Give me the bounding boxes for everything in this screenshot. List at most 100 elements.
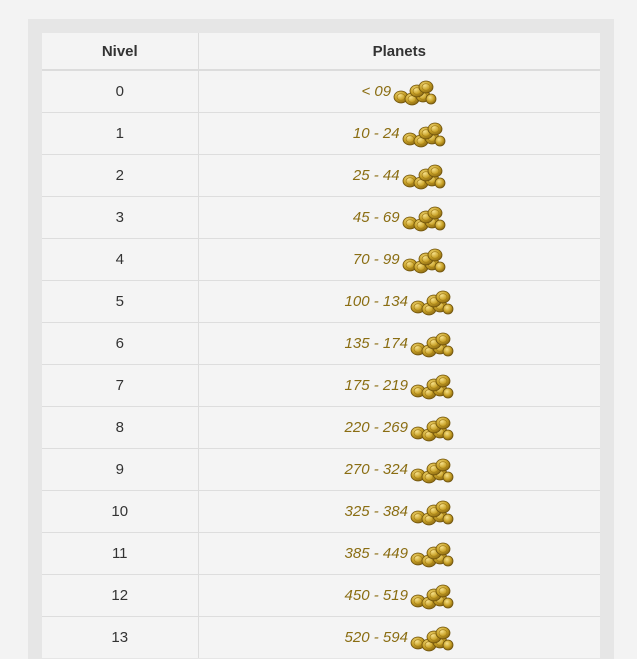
planets-range-group: 270 - 324 [345, 457, 454, 483]
column-header-level[interactable]: Nivel [42, 33, 199, 71]
planets-cell: 10 - 24 [198, 112, 600, 155]
planets-range: 135 - 174 [344, 335, 408, 352]
planets-range-group: 45 - 69 [353, 205, 446, 231]
planets-cell: 45 - 69 [198, 196, 600, 239]
level-value: 6 [115, 335, 124, 352]
table-header-row: Nivel Planets [42, 33, 600, 71]
coins-icon [410, 416, 454, 441]
planets-range-group: < 09 [361, 79, 437, 105]
planets-cell: 135 - 174 [198, 322, 600, 365]
planets-range: 385 - 449 [344, 545, 408, 562]
level-value: 3 [115, 209, 124, 226]
table-row: 9 270 - 324 [42, 448, 600, 491]
coins-icon [402, 248, 445, 273]
column-header-planets[interactable]: Planets [198, 33, 600, 71]
coins-icon [410, 332, 454, 357]
planets-range: 175 - 219 [344, 377, 408, 394]
planets-cell: < 09 [198, 69, 600, 113]
planets-range: 325 - 384 [344, 503, 408, 520]
planets-range-group: 10 - 24 [353, 121, 446, 147]
level-cell: 13 [42, 616, 199, 658]
planets-cell: 25 - 44 [198, 154, 600, 197]
planets-cell: 220 - 269 [198, 406, 600, 449]
planets-range: 220 - 269 [344, 419, 408, 436]
table-row: 7 175 - 219 [42, 364, 600, 407]
planets-cell: 100 - 134 [198, 280, 600, 323]
coins-icon [393, 80, 437, 105]
planets-range-group: 450 - 519 [345, 583, 454, 609]
table-row: 10 325 - 384 [42, 490, 600, 533]
level-value: 0 [115, 83, 124, 100]
table-row: 8 220 - 269 [42, 406, 600, 449]
level-value: 7 [115, 377, 124, 394]
coins-icon [410, 290, 454, 315]
planets-range-group: 220 - 269 [345, 415, 454, 441]
planets-range: 520 - 594 [344, 629, 408, 646]
level-cell: 7 [42, 364, 199, 407]
level-cell: 6 [42, 322, 199, 365]
table-row: 4 70 - 99 [42, 238, 600, 281]
planets-range: 100 - 134 [344, 293, 408, 310]
levels-table: Nivel Planets 0 < 09 1 10 - 24 2 25 - 44… [42, 33, 600, 658]
planets-range-group: 135 - 174 [345, 331, 454, 357]
level-cell: 9 [42, 448, 199, 491]
planets-cell: 175 - 219 [198, 364, 600, 407]
planets-cell: 385 - 449 [198, 532, 600, 575]
level-value: 10 [111, 503, 129, 520]
level-value: 11 [111, 545, 128, 562]
table-row: 2 25 - 44 [42, 154, 600, 197]
table-row: 12 450 - 519 [42, 574, 600, 617]
table-row: 5 100 - 134 [42, 280, 600, 323]
level-cell: 11 [42, 532, 199, 575]
planets-range-group: 385 - 449 [345, 541, 454, 567]
planets-range: 70 - 99 [352, 251, 400, 268]
planets-range: 450 - 519 [344, 587, 408, 604]
level-cell: 5 [42, 280, 199, 323]
level-value: 2 [115, 167, 124, 184]
coins-icon [410, 542, 454, 567]
level-value: 9 [115, 461, 124, 478]
coins-icon [410, 584, 454, 609]
coins-icon [410, 374, 454, 399]
coins-icon [410, 500, 454, 525]
level-value: 12 [111, 587, 129, 604]
planets-cell: 325 - 384 [198, 490, 600, 533]
level-cell: 10 [42, 490, 199, 533]
planets-range: 25 - 44 [352, 167, 400, 184]
planets-range-group: 325 - 384 [345, 499, 454, 525]
coins-icon [410, 626, 454, 651]
coins-icon [402, 164, 445, 189]
planets-range-group: 100 - 134 [345, 289, 454, 315]
planets-range: 45 - 69 [352, 209, 400, 226]
table-row: 6 135 - 174 [42, 322, 600, 365]
coins-icon [402, 206, 445, 231]
planets-range: 270 - 324 [344, 461, 408, 478]
planets-range-group: 520 - 594 [345, 625, 454, 651]
planets-range-group: 25 - 44 [353, 163, 446, 189]
level-value: 13 [111, 629, 129, 646]
level-cell: 3 [42, 196, 199, 239]
table-body: 0 < 09 1 10 - 24 2 25 - 44 3 45 - 69 4 7… [42, 69, 600, 658]
level-cell: 1 [42, 112, 199, 155]
level-cell: 4 [42, 238, 199, 281]
planets-range: < 09 [361, 83, 392, 100]
coins-icon [410, 458, 454, 483]
planets-cell: 520 - 594 [198, 616, 600, 658]
level-value: 1 [115, 125, 124, 142]
level-cell: 0 [42, 69, 199, 113]
table-row: 13 520 - 594 [42, 616, 600, 658]
planets-range-group: 70 - 99 [353, 247, 446, 273]
level-value: 4 [115, 251, 124, 268]
levels-panel: Nivel Planets 0 < 09 1 10 - 24 2 25 - 44… [28, 19, 614, 659]
planets-cell: 70 - 99 [198, 238, 600, 281]
level-cell: 2 [42, 154, 199, 197]
planets-cell: 270 - 324 [198, 448, 600, 491]
level-cell: 12 [42, 574, 199, 617]
planets-cell: 450 - 519 [198, 574, 600, 617]
table-row: 3 45 - 69 [42, 196, 600, 239]
table-row: 11 385 - 449 [42, 532, 600, 575]
coins-icon [402, 122, 445, 147]
planets-range: 10 - 24 [352, 125, 400, 142]
planets-range-group: 175 - 219 [345, 373, 454, 399]
level-value: 5 [115, 293, 124, 310]
